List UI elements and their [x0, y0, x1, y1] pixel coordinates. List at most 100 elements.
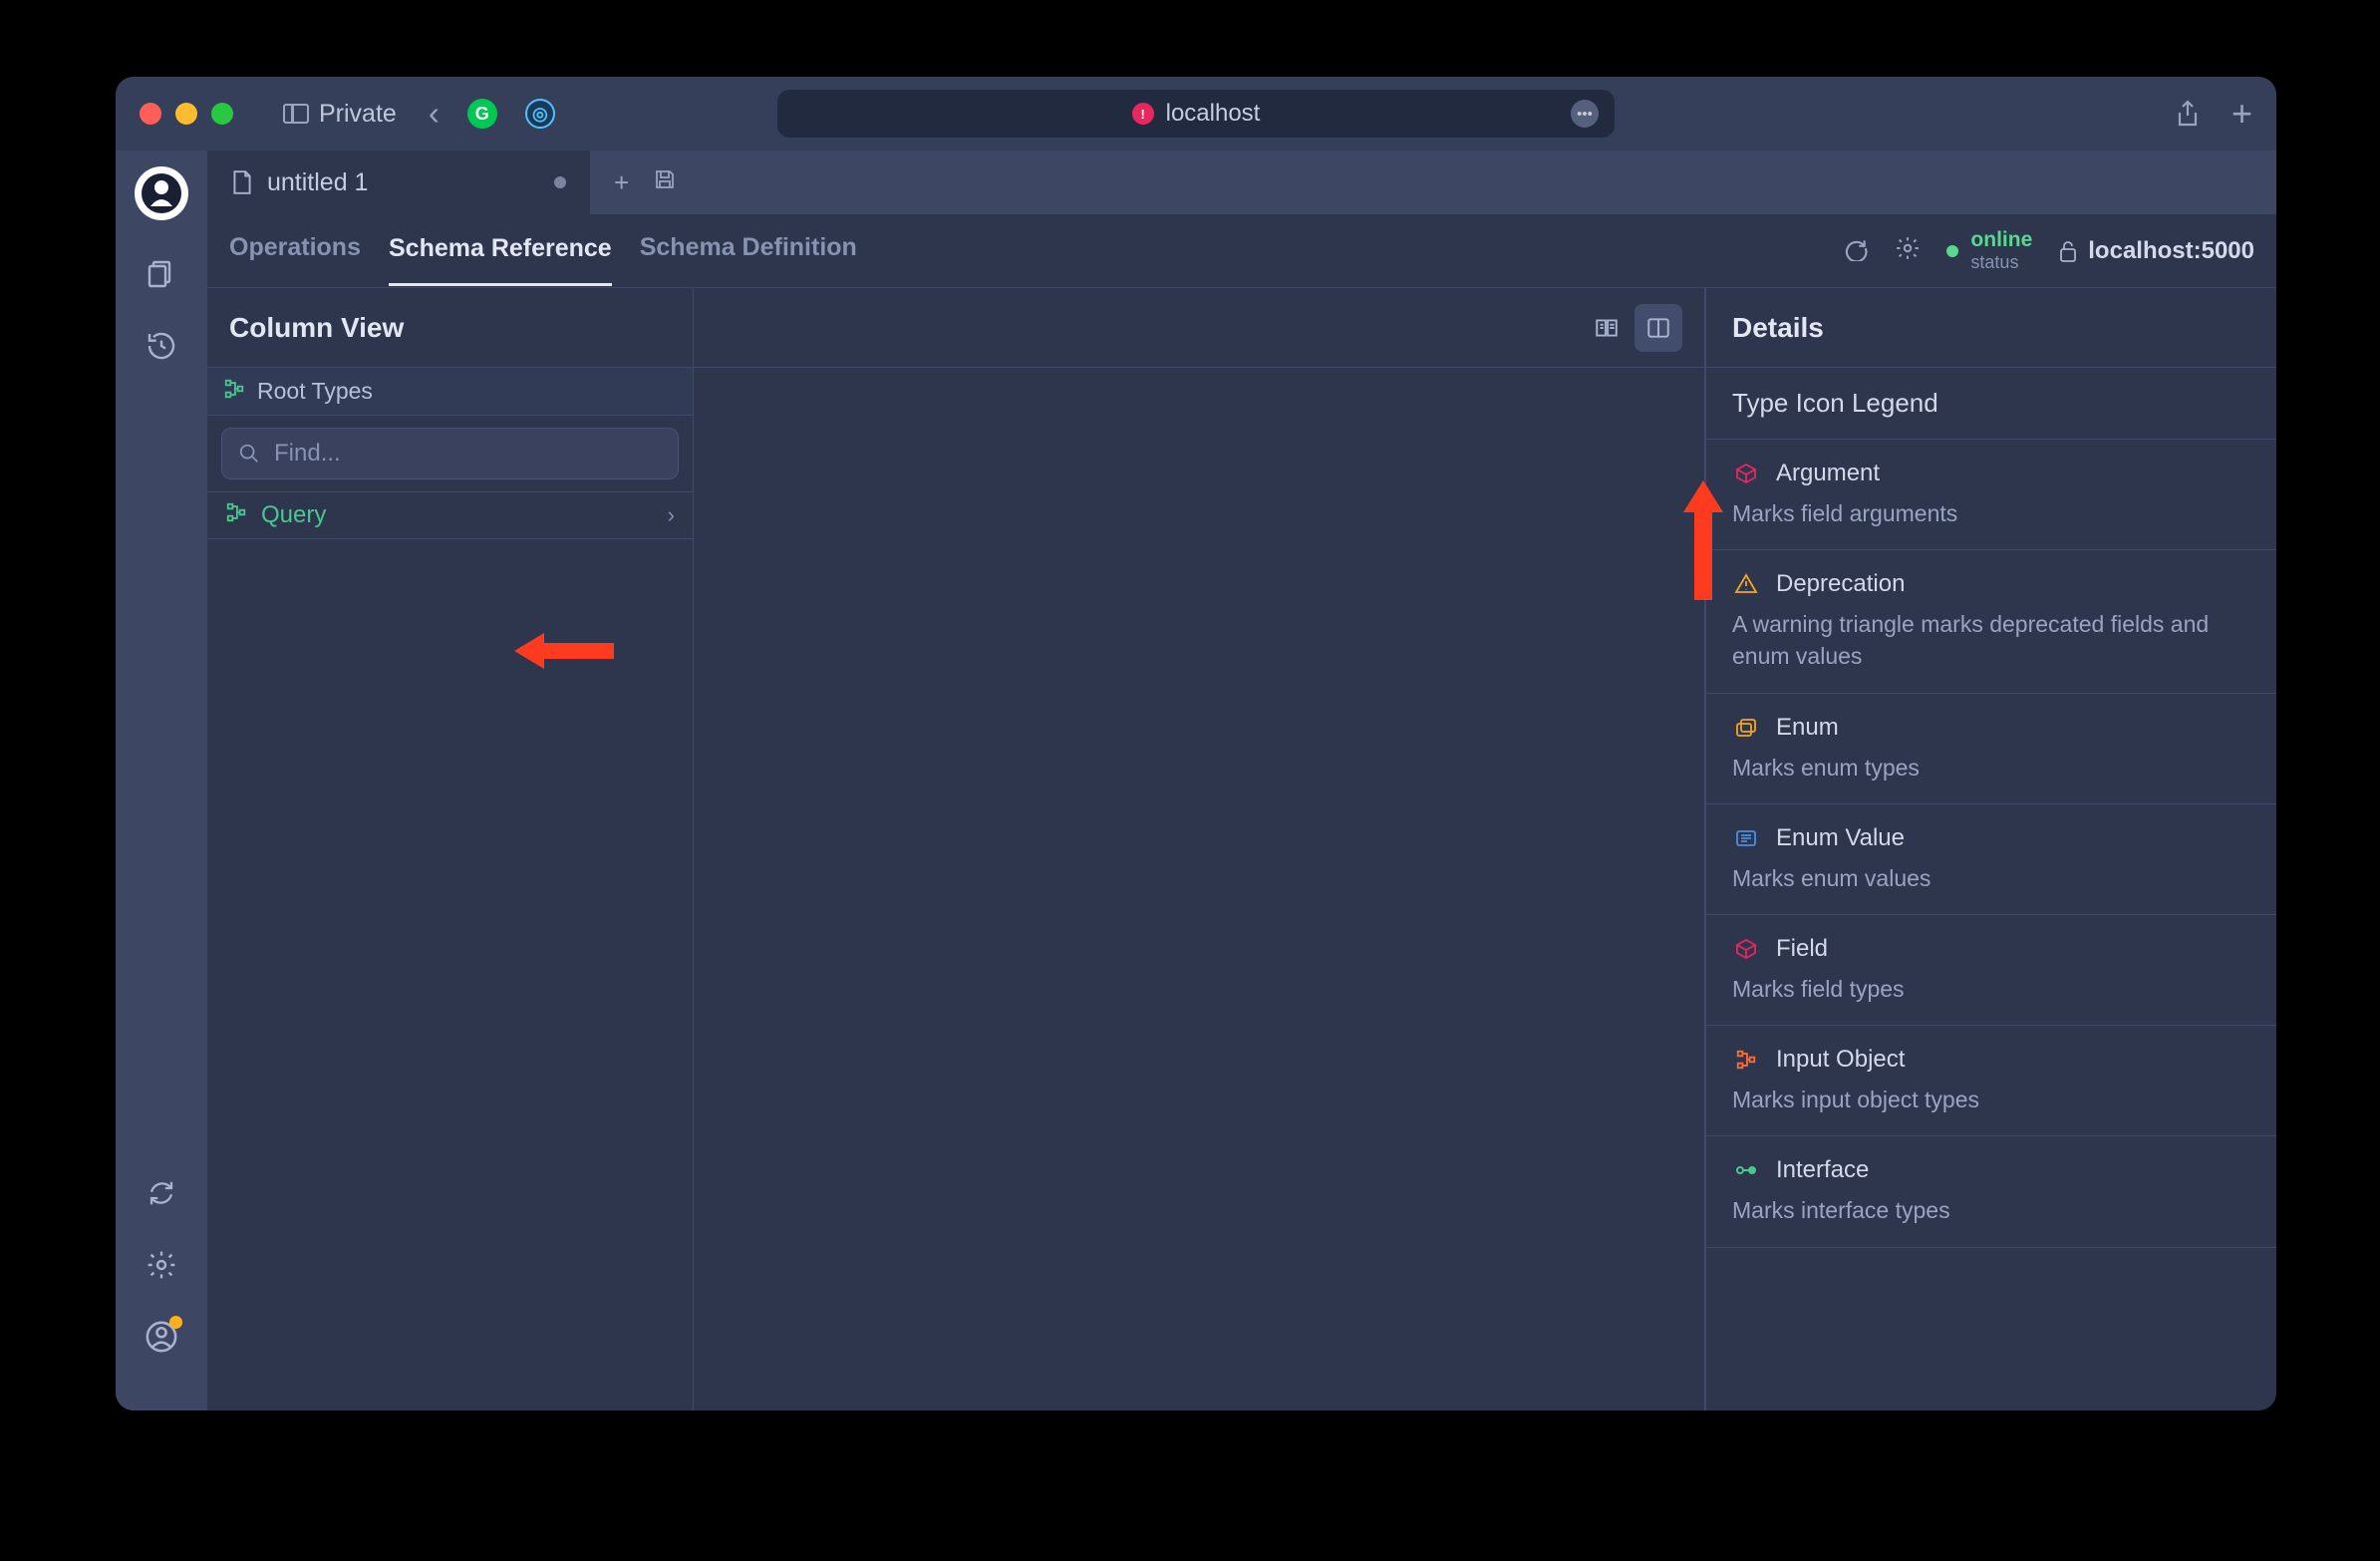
legend-item-input-object: Input Object Marks input object types	[1706, 1026, 2276, 1136]
content-row: Column View Root Types	[207, 288, 2276, 1410]
titlebar-right: +	[2176, 93, 2252, 135]
history-icon[interactable]	[144, 328, 179, 364]
search-field[interactable]	[274, 440, 662, 468]
legend-name: Enum Value	[1776, 824, 1905, 852]
sidebar-toggle-icon	[283, 104, 309, 124]
account-icon[interactable]	[144, 1319, 179, 1355]
private-mode-indicator[interactable]: Private	[283, 100, 397, 129]
column-view-title: Column View	[229, 312, 404, 344]
grammarly-extension-icon[interactable]: G	[467, 99, 497, 129]
tab-strip: untitled 1 +	[207, 151, 2276, 214]
column-view-header: Column View	[207, 288, 693, 368]
legend-item-field: Field Marks field types	[1706, 915, 2276, 1026]
field-icon	[1732, 935, 1760, 963]
new-tab-button[interactable]: +	[2231, 93, 2252, 135]
app-rail	[116, 151, 207, 1410]
type-row-label: Query	[261, 501, 326, 529]
legend-item-enum: Enum Marks enum types	[1706, 694, 2276, 804]
unsaved-dot-icon	[554, 176, 566, 188]
site-favicon-icon: !	[1132, 103, 1154, 125]
legend-name: Deprecation	[1776, 570, 1905, 598]
search-wrap	[207, 416, 693, 491]
browser-titlebar: Private ‹ G ◎ ! localhost ••• +	[116, 77, 2276, 151]
app-body: untitled 1 + Operations Schema Reference…	[116, 151, 2276, 1410]
secondary-tabs-right: online status localhost:5000	[1843, 228, 2254, 273]
type-row-query[interactable]: Query ›	[207, 491, 693, 539]
root-types-label: Root Types	[257, 378, 373, 405]
chevron-right-icon: ›	[668, 502, 675, 528]
enum-value-icon	[1732, 824, 1760, 852]
legend-name: Field	[1776, 935, 1828, 963]
book-view-button[interactable]	[1583, 304, 1631, 352]
legend-desc: A warning triangle marks deprecated fiel…	[1732, 608, 2250, 672]
onepassword-extension-icon[interactable]: ◎	[525, 99, 555, 129]
legend-name: Argument	[1776, 460, 1880, 487]
deprecation-icon	[1732, 570, 1760, 598]
search-input[interactable]	[221, 428, 679, 479]
root-types-icon	[223, 378, 245, 406]
unlock-icon	[2058, 239, 2078, 263]
url-host: localhost	[1166, 100, 1261, 128]
minimize-window-button[interactable]	[175, 103, 197, 125]
details-panel: Details Type Icon Legend Argument Marks …	[1705, 288, 2276, 1410]
endpoint-display[interactable]: localhost:5000	[2058, 237, 2254, 265]
legend-desc: Marks enum types	[1732, 752, 2250, 783]
documents-icon[interactable]	[144, 256, 179, 292]
reload-schema-button[interactable]	[1843, 235, 1869, 266]
browser-window: Private ‹ G ◎ ! localhost ••• +	[116, 77, 2276, 1410]
file-tab-name: untitled 1	[267, 168, 368, 197]
sync-icon[interactable]	[144, 1175, 179, 1211]
search-icon	[238, 443, 260, 465]
window-controls	[140, 103, 233, 125]
status-dot-icon	[1946, 245, 1958, 257]
type-icon	[225, 501, 247, 530]
url-more-button[interactable]: •••	[1571, 100, 1599, 128]
legend-desc: Marks interface types	[1732, 1194, 2250, 1226]
root-types-bar[interactable]: Root Types	[207, 368, 693, 416]
legend-item-interface: Interface Marks interface types	[1706, 1136, 2276, 1247]
legend-item-deprecation: Deprecation A warning triangle marks dep…	[1706, 550, 2276, 693]
document-icon	[231, 169, 253, 195]
tab-schema-reference[interactable]: Schema Reference	[389, 234, 612, 286]
connection-status[interactable]: online status	[1946, 228, 2032, 273]
legend-name: Input Object	[1776, 1046, 1905, 1074]
input-object-icon	[1732, 1046, 1760, 1074]
save-icon[interactable]	[653, 167, 677, 198]
argument-icon	[1732, 460, 1760, 487]
back-button[interactable]: ‹	[429, 95, 440, 133]
column-view-header-right	[694, 288, 1704, 368]
legend-item-enum-value: Enum Value Marks enum values	[1706, 804, 2276, 915]
private-label: Private	[319, 100, 397, 129]
legend-desc: Marks field arguments	[1732, 497, 2250, 529]
legend-item-argument: Argument Marks field arguments	[1706, 440, 2276, 550]
legend-desc: Marks field types	[1732, 973, 2250, 1005]
share-icon[interactable]	[2176, 100, 2200, 128]
status-online-label: online	[1970, 228, 2032, 252]
file-tab[interactable]: untitled 1	[207, 151, 590, 214]
new-file-tab-button[interactable]: +	[614, 167, 629, 198]
url-bar[interactable]: ! localhost •••	[777, 90, 1615, 138]
tab-schema-definition[interactable]: Schema Definition	[640, 233, 857, 268]
column-view-middle	[694, 288, 1705, 1410]
column-view-button[interactable]	[1635, 304, 1682, 352]
column-view-panel: Column View Root Types	[207, 288, 694, 1410]
details-title: Details	[1732, 312, 1824, 344]
close-window-button[interactable]	[140, 103, 161, 125]
legend-name: Interface	[1776, 1156, 1869, 1184]
interface-icon	[1732, 1156, 1760, 1184]
legend-desc: Marks input object types	[1732, 1084, 2250, 1115]
app-logo-icon[interactable]	[135, 166, 188, 220]
maximize-window-button[interactable]	[211, 103, 233, 125]
app-main: untitled 1 + Operations Schema Reference…	[207, 151, 2276, 1410]
endpoint-label: localhost:5000	[2088, 237, 2254, 265]
enum-icon	[1732, 714, 1760, 742]
details-legend-title: Type Icon Legend	[1706, 368, 2276, 440]
tab-operations[interactable]: Operations	[229, 233, 361, 268]
legend-desc: Marks enum values	[1732, 862, 2250, 894]
status-sub-label: status	[1970, 252, 2032, 273]
tab-actions: +	[590, 151, 677, 214]
details-header: Details	[1706, 288, 2276, 368]
settings-icon[interactable]	[144, 1247, 179, 1283]
settings-gear-icon[interactable]	[1895, 235, 1921, 266]
legend-name: Enum	[1776, 714, 1839, 742]
